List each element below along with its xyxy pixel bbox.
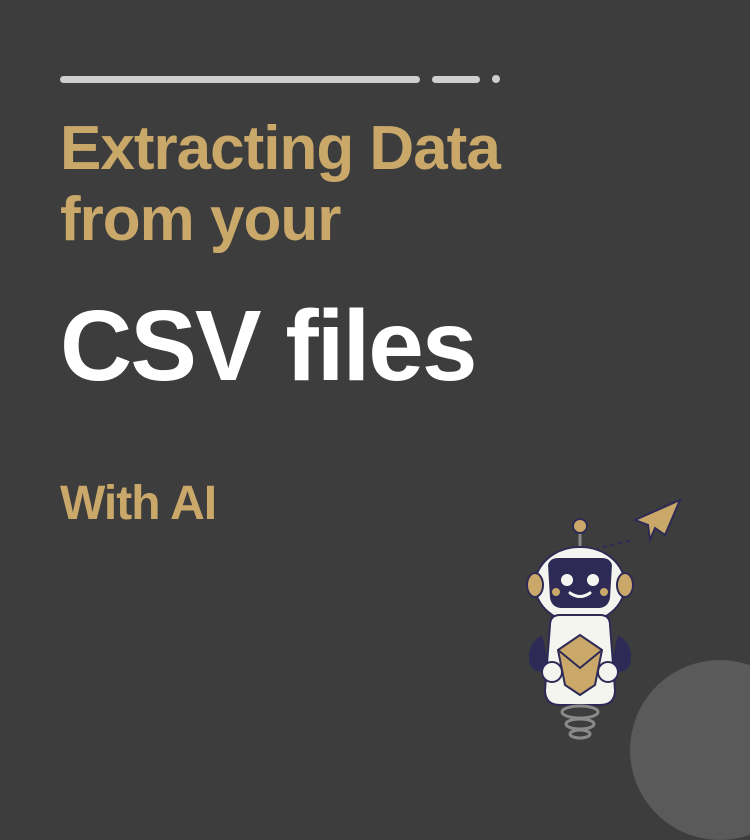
title-line-1: Extracting Data <box>60 113 690 184</box>
title-line-2: from your <box>60 184 690 255</box>
title-emphasis: CSV files <box>60 291 690 401</box>
promo-card: Extracting Data from your CSV files With… <box>0 0 750 750</box>
divider-segment <box>60 76 420 83</box>
divider-segment <box>432 76 480 83</box>
decorative-divider <box>60 75 690 83</box>
robot-illustration <box>480 490 700 750</box>
divider-dot <box>492 75 500 83</box>
